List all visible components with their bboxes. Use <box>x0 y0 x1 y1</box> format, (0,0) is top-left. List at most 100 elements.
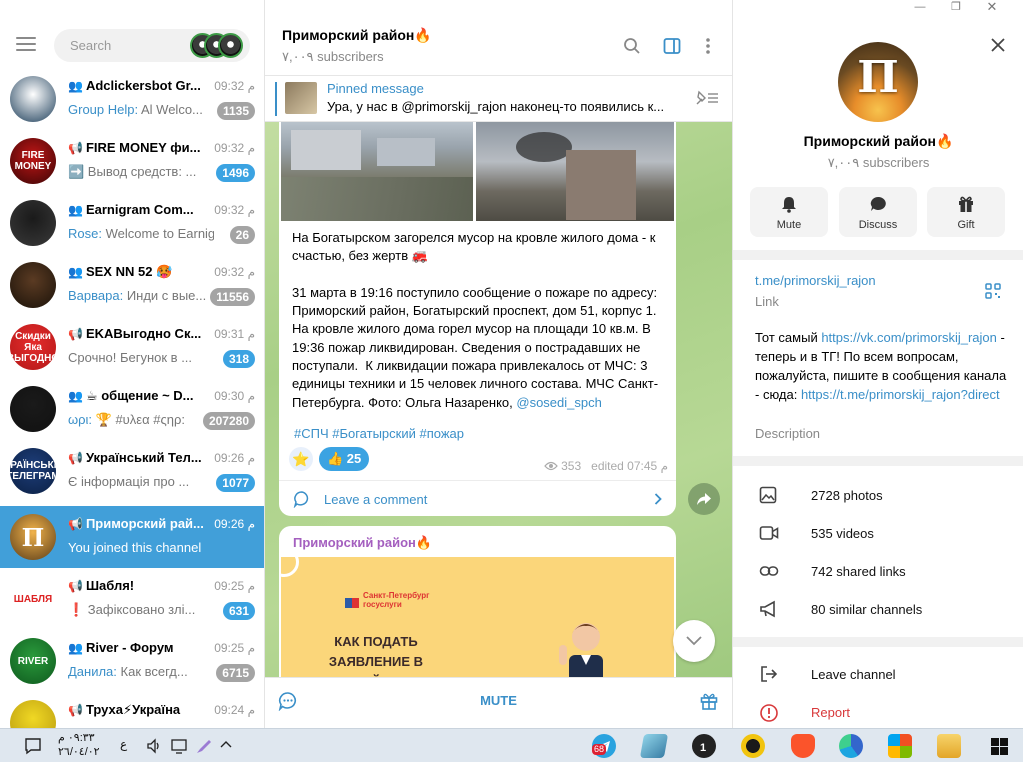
chat-title-text: Earnigram Com... <box>85 202 194 217</box>
edge-browser-icon[interactable] <box>839 734 863 758</box>
language-indicator[interactable]: ع <box>120 737 127 751</box>
unread-badge: 26 <box>229 226 255 244</box>
brave-browser-icon[interactable] <box>791 734 815 758</box>
preview-sender: Данила: <box>68 664 117 679</box>
gift-action-button[interactable]: Gift <box>927 187 1005 237</box>
chat-list-item[interactable]: RIVER 👥 River - Форум م 09:25 Данила: Как вс… <box>0 630 264 692</box>
network-icon[interactable] <box>171 738 189 754</box>
mute-action-button[interactable]: Mute <box>750 187 828 237</box>
notifications-icon[interactable] <box>24 737 42 755</box>
window-controls: — ❐ ✕ <box>903 0 1023 16</box>
file-explorer-icon[interactable] <box>937 734 961 758</box>
videos-count: 535 videos <box>811 526 874 541</box>
chat-list-item[interactable]: 👥 SEX NN 52 🥵 م 09:32 Варвара: Инди с вые..… <box>0 254 264 316</box>
chat-title-text: Приморский рай... <box>85 516 204 531</box>
chevron-up-icon[interactable] <box>220 740 232 748</box>
preview-text: Как всегд... <box>116 664 188 679</box>
game-app-icon[interactable]: 1 <box>692 734 716 758</box>
section-divider <box>733 637 1023 647</box>
minimize-icon[interactable]: — <box>903 0 937 16</box>
channel-icon: 📢 <box>68 703 83 717</box>
description-caption: Description <box>755 426 821 441</box>
chat-title: 📢 Приморский рай... <box>68 516 208 531</box>
chat-header[interactable]: Приморский район🔥 ٧,٠٠٩ subscribers <box>265 0 732 76</box>
mute-button[interactable]: MUTE <box>265 678 732 724</box>
windows-start-icon[interactable] <box>991 738 1008 755</box>
links-count: 742 shared links <box>811 564 906 579</box>
channel-post: На Богатырском загорелся мусор на кровле… <box>279 122 676 516</box>
chat-list-item[interactable]: П 📢 Приморский рай... م 09:26 You joined thi… <box>0 506 264 568</box>
channel-title[interactable]: Приморский район🔥 <box>282 27 432 44</box>
close-window-icon[interactable]: ✕ <box>975 0 1009 16</box>
chat-bubble-icon <box>870 196 886 211</box>
search-input[interactable] <box>54 29 184 62</box>
discuss-action-button[interactable]: Discuss <box>839 187 917 237</box>
preview-text: Срочно! Бегунок в ... <box>68 350 193 365</box>
close-icon[interactable] <box>991 38 1005 52</box>
channel-avatar[interactable]: П <box>838 42 918 122</box>
chat-list-item[interactable]: 📢 Труха⚡Україна م 09:24 <box>0 692 264 728</box>
chat-preview: Данила: Как всегд... <box>68 664 214 679</box>
chat-avatar <box>10 262 56 308</box>
avatar-label: ШАБЛЯ <box>13 593 53 605</box>
restore-icon[interactable]: ❐ <box>939 0 973 16</box>
pinned-message-bar[interactable]: Pinned message Ура, у нас в @primorskij_… <box>265 76 732 122</box>
chat-title: 📢 Український Тел... <box>68 450 208 465</box>
chat-list-item[interactable]: 👥 Adclickersbot Gr... م 09:32 Group Help: A… <box>0 68 264 130</box>
report-button[interactable]: Report <box>733 694 1023 728</box>
chat-list-item[interactable]: FIRE MONEY 📢 FIRE MONEY фи... م 09:32 ➡️ Выв… <box>0 130 264 192</box>
notes-app-icon[interactable] <box>639 734 669 758</box>
chat-list-item[interactable]: УКРАЇНСЬКИЙ ТЕЛЕГРАМ 📢Український Тел... م… <box>0 440 264 502</box>
stories-avatars[interactable] <box>190 33 246 58</box>
chat-list-item[interactable]: 👥 Earnigram Com... م 09:32 Rose: Welcome to… <box>0 192 264 254</box>
scroll-to-bottom-button[interactable] <box>673 620 715 662</box>
chevron-right-icon <box>654 493 662 505</box>
qr-code-icon[interactable] <box>985 283 1001 299</box>
store-icon[interactable] <box>888 734 912 758</box>
leave-comment-label: Leave a comment <box>324 492 428 507</box>
post-photo[interactable] <box>281 122 473 221</box>
unpin-list-icon[interactable] <box>696 90 720 106</box>
ix-app-icon[interactable] <box>741 734 765 758</box>
sidebar-toggle-icon[interactable] <box>663 37 681 55</box>
post-hashtags[interactable]: #СПЧ #Богатырский #пожар <box>294 426 464 441</box>
discuss-action-label: Discuss <box>858 219 898 231</box>
videos-row[interactable]: 535 videos <box>733 515 1023 553</box>
reaction-like[interactable]: 👍 25 <box>319 447 370 471</box>
leave-channel-button[interactable]: Leave channel <box>733 656 1023 694</box>
search-icon[interactable] <box>623 37 641 55</box>
search-bar[interactable] <box>54 29 250 62</box>
desc-vk-link[interactable]: https://vk.com/primorskij_rajon <box>821 330 997 345</box>
story-avatar[interactable] <box>218 33 243 58</box>
comment-bubble-icon <box>293 491 309 508</box>
desc-direct-link[interactable]: https://t.me/primorskij_rajon?direct <box>801 387 1000 402</box>
discuss-icon[interactable] <box>278 691 298 711</box>
chat-list-item[interactable]: 👥 ☕ общение ~ D... م 09:30 ωρι: 🏆 #υλεα #ςη… <box>0 378 264 440</box>
unread-badge: 207280 <box>202 412 255 430</box>
channel-icon: 📢 <box>68 141 83 155</box>
post-mention-link[interactable]: @sosedi_spch <box>516 395 601 410</box>
photos-row[interactable]: 2728 photos <box>733 477 1023 515</box>
links-row[interactable]: 742 shared links <box>733 553 1023 591</box>
leave-comment-button[interactable]: Leave a comment <box>279 480 676 516</box>
preview-text: Welcome to Earnig... <box>101 226 214 241</box>
post-photo[interactable] <box>476 122 674 221</box>
chat-preview: ωρι: 🏆 #υλεα #ςηρ: <box>68 412 214 428</box>
post-banner-image[interactable]: Санкт-Петербург госуслуги КАК ПОДАТЬ ЗАЯ… <box>281 557 674 686</box>
channel-link[interactable]: t.me/primorskij_rajon <box>755 273 876 288</box>
similar-channels-row[interactable]: 80 similar channels <box>733 591 1023 629</box>
hamburger-menu-icon[interactable] <box>16 37 36 53</box>
reaction-star[interactable]: ⭐ <box>289 447 313 471</box>
more-options-icon[interactable] <box>705 37 711 55</box>
group-icon: 👥 <box>68 389 83 403</box>
chat-list-item[interactable]: ШАБЛЯ 📢 Шабля! م 09:25 ❗ Зафіксовано злі... 6… <box>0 568 264 630</box>
gift-icon[interactable] <box>699 691 719 711</box>
pen-icon[interactable] <box>195 737 213 755</box>
chat-time: م 09:32 <box>214 79 255 93</box>
share-button[interactable] <box>688 483 720 515</box>
post-author[interactable]: Приморский район🔥 <box>293 535 432 551</box>
unread-badge: 1077 <box>216 474 255 492</box>
chat-list-item[interactable]: Скидки Яка ВЫГОДНО 📢EKAВыгодно Ск... م 09:… <box>0 316 264 378</box>
volume-icon[interactable] <box>146 738 162 754</box>
taskbar-clock[interactable]: ٠٩:٣٣ م ٢٦/٠٤/٠٢ <box>58 731 118 759</box>
